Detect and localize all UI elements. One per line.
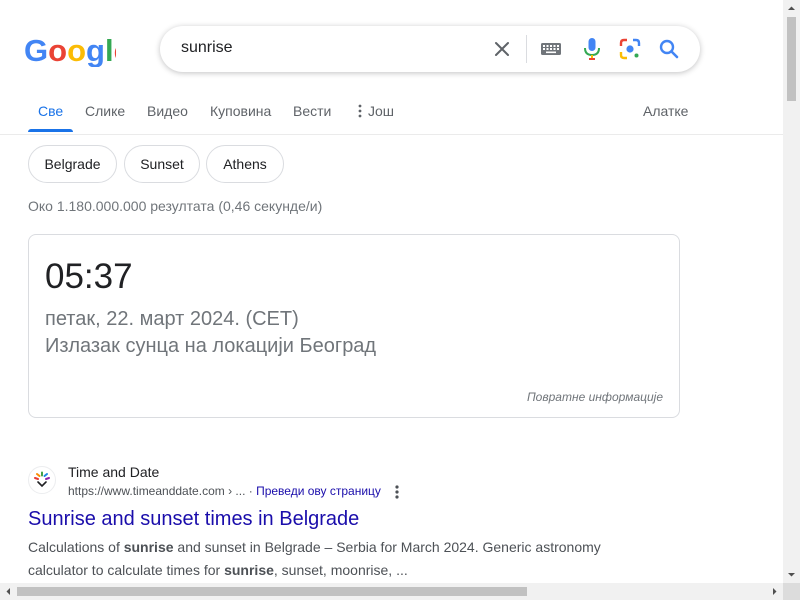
camera-lens-icon[interactable] [618, 37, 642, 61]
snippet-keyword: sunrise [123, 539, 174, 555]
google-logo[interactable]: Google [24, 33, 116, 67]
sunrise-date: петак, 22. март 2024. (CET) [45, 308, 299, 330]
result-stats: Око 1.180.000.000 резултата (0,46 секунд… [28, 198, 323, 214]
tab-images[interactable]: Слике [85, 103, 125, 119]
sunrise-time: 05:37 [45, 257, 133, 296]
scroll-down-arrow-icon[interactable] [783, 566, 800, 583]
sunrise-location: Излазак сунца на локацији Београд [45, 335, 377, 357]
search-input[interactable]: sunrise [181, 39, 233, 57]
vertical-scrollbar[interactable] [783, 0, 800, 583]
search-divider [526, 35, 527, 63]
horizontal-scroll-thumb[interactable] [17, 587, 527, 596]
tab-more-label: Још [368, 103, 395, 119]
feedback-link[interactable]: Повратне информације [527, 390, 663, 404]
sunrise-answer-card: 05:37 петак, 22. март 2024. (CET) Излаза… [28, 234, 680, 418]
scroll-up-arrow-icon[interactable] [783, 0, 800, 17]
tab-news[interactable]: Вести [293, 103, 331, 119]
search-icon[interactable] [657, 37, 681, 61]
result-url[interactable]: https://www.timeanddate.com › ... · Прев… [68, 484, 381, 498]
microphone-icon[interactable] [580, 36, 604, 62]
site-favicon[interactable] [28, 466, 56, 494]
tab-more[interactable]: Још [358, 103, 394, 119]
timeanddate-logo-icon [34, 471, 50, 488]
active-tab-indicator [28, 129, 73, 132]
result-snippet: Calculations of sunrise and sunset in Be… [28, 536, 628, 582]
clear-icon[interactable] [492, 39, 512, 59]
scroll-right-arrow-icon[interactable] [766, 583, 783, 600]
chip-sunset[interactable]: Sunset [124, 145, 200, 183]
chip-belgrade[interactable]: Belgrade [28, 145, 117, 183]
search-results-page: Google sunrise [0, 0, 783, 583]
tab-all[interactable]: Све [38, 103, 63, 119]
horizontal-scrollbar[interactable] [0, 583, 783, 600]
more-vert-icon [358, 104, 362, 118]
tab-videos[interactable]: Видео [147, 103, 188, 119]
snippet-text: , sunset, moonrise, ... [273, 562, 408, 578]
scroll-left-arrow-icon[interactable] [0, 583, 17, 600]
result-site-name[interactable]: Time and Date [68, 464, 159, 480]
result-url-text: https://www.timeanddate.com › ... [68, 484, 246, 498]
vertical-scroll-thumb[interactable] [787, 17, 796, 101]
url-separator: · [245, 484, 257, 498]
tools-button[interactable]: Алатке [643, 103, 688, 119]
chip-athens[interactable]: Athens [206, 145, 284, 183]
snippet-text: Calculations of [28, 539, 124, 555]
tab-shopping[interactable]: Куповина [210, 103, 271, 119]
translate-page-link[interactable]: Преведи ову страницу [256, 484, 381, 498]
result-options-icon[interactable] [391, 484, 403, 500]
search-box[interactable]: sunrise [160, 26, 700, 72]
result-title-link[interactable]: Sunrise and sunset times in Belgrade [28, 508, 359, 531]
scrollbar-corner [783, 583, 800, 600]
snippet-keyword: sunrise [224, 562, 274, 578]
svg-text:Google: Google [24, 33, 116, 67]
keyboard-icon[interactable] [540, 40, 562, 58]
